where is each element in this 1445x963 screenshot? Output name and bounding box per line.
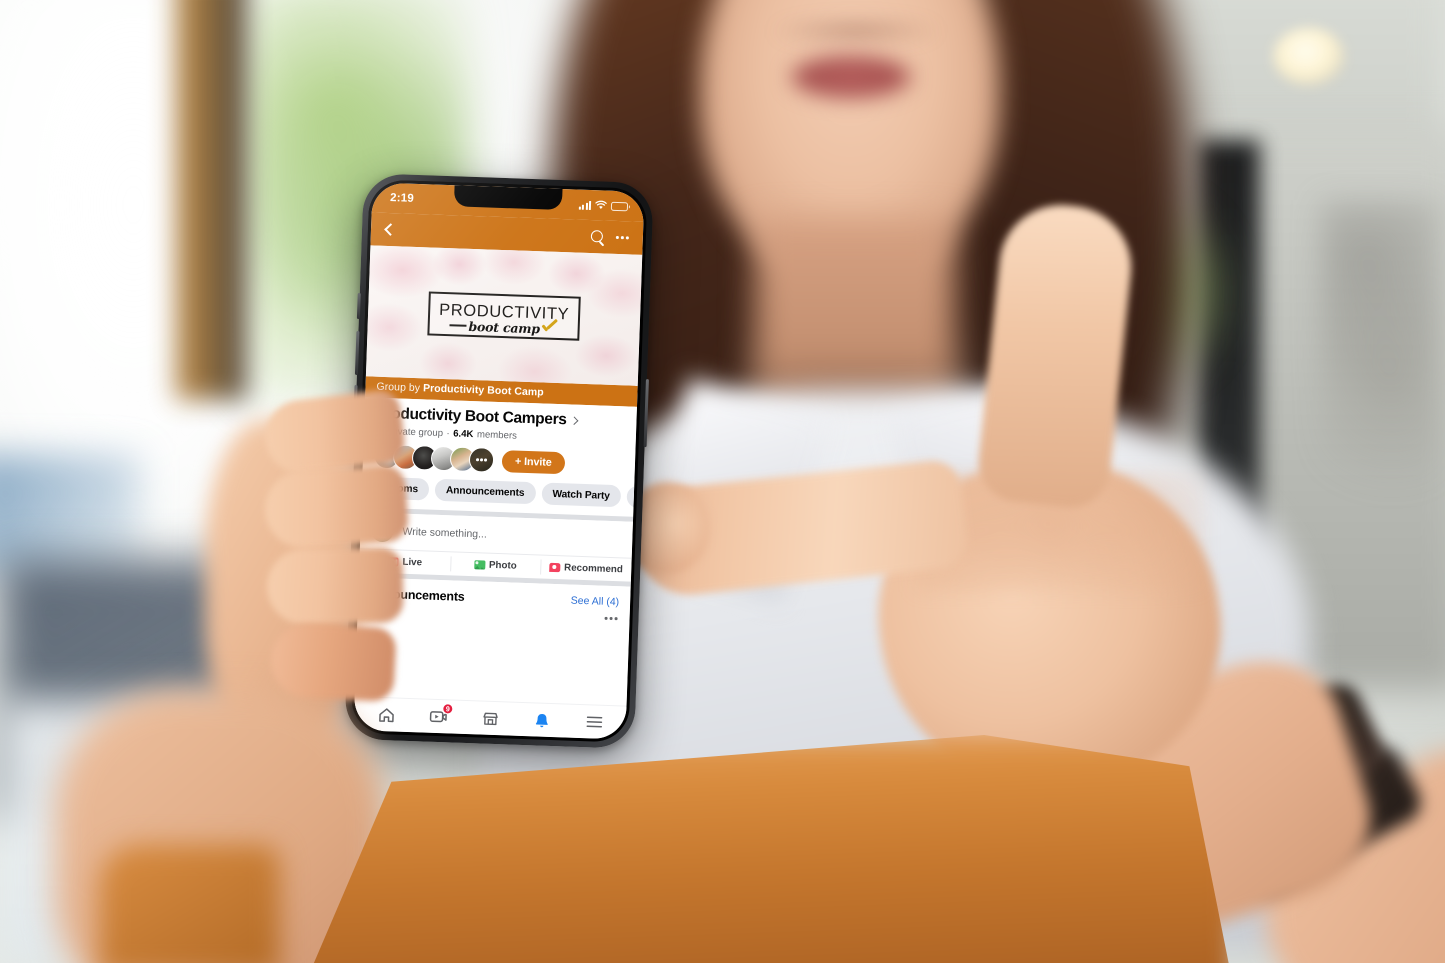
chip-events[interactable]: Events [626, 485, 635, 510]
wooden-pillar [175, 0, 247, 400]
group-cover-photo[interactable]: PRODUCTIVITY boot camp [365, 245, 643, 386]
header-more-button[interactable] [615, 236, 629, 240]
marketplace-icon [482, 712, 498, 725]
chair-armrest [100, 845, 280, 963]
notch [453, 185, 563, 211]
pointing-hand [624, 198, 1445, 963]
back-button[interactable] [383, 223, 397, 236]
more-options-icon [615, 236, 629, 240]
blue-sign-bokeh [0, 455, 140, 575]
smile-shadow [772, 18, 940, 44]
status-icons [578, 200, 629, 212]
chevron-right-icon [570, 416, 579, 424]
wifi-icon [595, 200, 607, 210]
member-label: members [476, 429, 518, 442]
photo-icon [473, 559, 486, 570]
search-icon [590, 230, 603, 243]
hamburger-menu-icon [586, 716, 602, 728]
header-actions [590, 230, 629, 244]
mute-switch[interactable] [356, 292, 361, 320]
cellular-signal-icon [578, 200, 592, 210]
logo-dash-left [449, 324, 467, 327]
back-chevron-icon [384, 223, 397, 236]
composer-recommend-label: Recommend [563, 562, 624, 576]
finger [266, 546, 404, 626]
finger [262, 463, 410, 551]
nav-marketplace[interactable] [473, 705, 508, 732]
composer-recommend-button[interactable]: Recommend [540, 556, 631, 582]
nav-menu[interactable] [577, 708, 612, 735]
logo-script-row: boot camp [449, 318, 558, 337]
ceiling-light [1273, 28, 1345, 86]
invite-button[interactable]: + Invite [501, 449, 566, 474]
checkmark-icon [541, 321, 558, 335]
nav-notifications[interactable] [525, 707, 560, 734]
finger [269, 621, 397, 703]
group-logo: PRODUCTIVITY boot camp [427, 290, 581, 341]
status-time: 2:19 [389, 192, 415, 205]
thumb [974, 198, 1138, 512]
bell-icon [535, 713, 548, 727]
see-all-link[interactable]: See All (4) [571, 595, 620, 609]
battery-icon [610, 201, 629, 211]
logo-script-text: boot camp [468, 318, 541, 336]
more-members-icon [469, 447, 494, 472]
lips [790, 55, 912, 99]
recommend-icon [548, 562, 561, 573]
composer-photo-label: Photo [488, 559, 517, 572]
chip-watch-party[interactable]: Watch Party [541, 482, 622, 508]
avatar-more[interactable] [468, 446, 495, 473]
search-button[interactable] [590, 230, 603, 243]
volume-up-button[interactable] [354, 330, 360, 376]
holding-hand [55, 387, 465, 963]
